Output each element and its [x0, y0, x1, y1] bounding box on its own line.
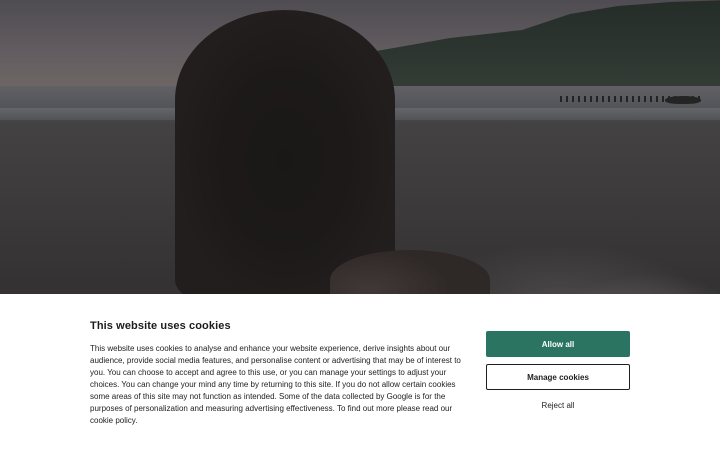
page: This website uses cookies This website u… [0, 0, 720, 450]
cookie-description: This website uses cookies to analyse and… [90, 344, 461, 425]
reject-all-button[interactable]: Reject all [486, 396, 630, 414]
cookie-title: This website uses cookies [90, 320, 231, 332]
allow-all-button[interactable]: Allow all [486, 331, 630, 357]
cookie-consent-panel: This website uses cookies This website u… [0, 294, 720, 450]
manage-cookies-button[interactable]: Manage cookies [486, 364, 630, 390]
